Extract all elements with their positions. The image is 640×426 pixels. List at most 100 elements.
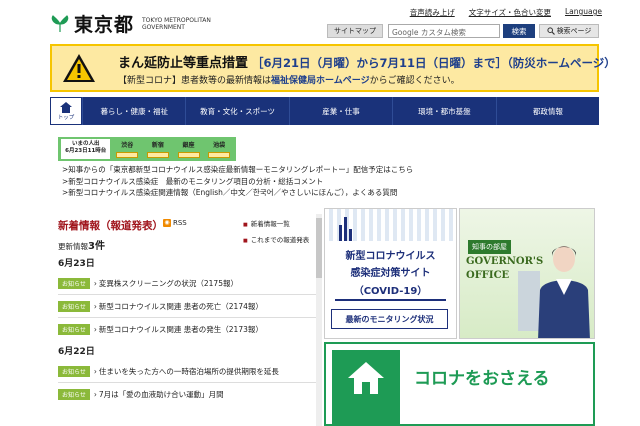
nav-item-industry[interactable]: 産業・仕事 <box>288 97 392 125</box>
list-item[interactable]: お知らせ › 変異株スクリーニングの状況（2175報） <box>58 277 320 289</box>
governor-room-label: 知事の部屋 <box>468 240 511 254</box>
gov-title-line-2: OFFICE <box>466 270 510 281</box>
search-icon <box>546 27 555 35</box>
crowd-status-banner[interactable]: いまの人出 6月23日11時台 渋谷 新宿 銀座 池袋 <box>58 137 236 161</box>
crowd-status-title: いまの人出 6月23日11時台 <box>61 139 111 159</box>
alert-sub-suffix: からご確認ください。 <box>369 76 460 86</box>
covid-banner-title-2: 感染症対策サイト <box>350 268 431 279</box>
list-item[interactable]: お知らせ › 住まいを失った方への一時宿泊場所の提供期限を延長 <box>58 365 320 377</box>
crowd-level-bar <box>177 152 200 158</box>
nav-home[interactable]: トップ <box>50 97 82 125</box>
bar-chart-icon <box>339 217 352 241</box>
alert-title: まん延防止等重点措置 ［6月21日（月曜）から7月11日（日曜）まで］（防災ホー… <box>118 52 616 71</box>
search-page-button[interactable]: 検索ページ <box>539 24 599 38</box>
nav-item-government[interactable]: 都政情報 <box>495 97 599 125</box>
divider <box>58 317 320 318</box>
news-item-text: 7月は「愛の血液助け合い運動」月間 <box>98 389 224 399</box>
nav-item-living[interactable]: 暮らし・健康・福祉 <box>82 97 185 125</box>
covid-link-monitoring-report[interactable]: >知事からの「東京都新型コロナウイルス感染症最新情報ーモニタリングレポートー」配… <box>62 164 413 176</box>
main-nav: トップ 暮らし・健康・福祉 教育・文化・スポーツ 産業・仕事 環境・都市基盤 都… <box>50 97 599 125</box>
notice-badge: お知らせ <box>58 277 90 289</box>
crowd-chip-ikebukuro: 池袋 <box>205 139 233 159</box>
covid-link-multilingual[interactable]: >新型コロナウイルス感染症関連情報（English／中文／한국어／やさしいにほん… <box>62 187 413 199</box>
rss-link[interactable]: ◉ RSS <box>163 219 187 227</box>
chevron-right-icon: › <box>93 366 97 376</box>
alert-subtext: 【新型コロナ】患者数等の最新情報は福祉保健局ホームページからご確認ください。 <box>118 73 460 86</box>
chip-label: 渋谷 <box>121 142 134 149</box>
notice-badge: お知らせ <box>58 300 90 312</box>
logo-subtitle: TOKYO METROPOLITAN GOVERNMENT <box>142 17 211 31</box>
news-section-title: 新着情報（報道発表） <box>58 220 163 232</box>
news-item-text: 住まいを失った方への一時宿泊場所の提供期限を延長 <box>98 366 279 376</box>
search-input[interactable]: Google カスタム検索 <box>388 24 500 38</box>
chip-label: 池袋 <box>213 142 226 149</box>
divider <box>58 382 320 383</box>
covid-links: >知事からの「東京都新型コロナウイルス感染症最新情報ーモニタリングレポートー」配… <box>62 164 413 199</box>
list-item[interactable]: お知らせ › 新型コロナウイルス関連 患者の死亡（2174報） <box>58 300 320 312</box>
ginkgo-logo-icon <box>51 14 69 32</box>
home-icon <box>60 101 72 113</box>
news-item-text: 新型コロナウイルス関連 患者の発生（2173報） <box>98 324 263 334</box>
governor-portrait-icon <box>538 246 590 338</box>
util-link-language[interactable]: Language <box>565 7 602 18</box>
update-count-value: 3件 <box>88 241 105 252</box>
covid-site-banner[interactable]: 新型コロナウイルス 感染症対策サイト （COVID-19） 最新のモニタリング状… <box>324 208 457 339</box>
util-link-text-size[interactable]: 文字サイズ・色合い変更 <box>469 7 551 18</box>
monitoring-status-button[interactable]: 最新のモニタリング状況 <box>331 309 448 329</box>
nav-item-environment[interactable]: 環境・都市基盤 <box>392 97 495 125</box>
news-item-text: 変異株スクリーニングの状況（2175報） <box>98 278 238 288</box>
rss-label: RSS <box>173 219 187 227</box>
rss-icon: ◉ <box>163 219 171 227</box>
corona-suppress-text: コロナをおさえる <box>414 369 550 389</box>
corona-suppress-banner[interactable]: コロナをおさえる <box>324 342 595 426</box>
update-count: 更新情報3件 <box>58 237 105 252</box>
chevron-right-icon: › <box>93 389 97 399</box>
nav-item-education[interactable]: 教育・文化・スポーツ <box>185 97 288 125</box>
news-list: 6月23日 お知らせ › 変異株スクリーニングの状況（2175報） お知らせ › 新型コ… <box>58 254 320 409</box>
list-item[interactable]: お知らせ › 7月は「愛の血液助け合い運動」月間 <box>58 388 320 400</box>
logo-sub-line-1: TOKYO METROPOLITAN <box>142 16 211 24</box>
alert-period: ［6月21日（月曜）から7月11日（日曜）まで］（防災ホームページ） <box>252 56 616 70</box>
search-page-label: 検索ページ <box>556 27 592 35</box>
notice-badge: お知らせ <box>58 323 90 335</box>
crowd-status-time: 6月23日11時台 <box>65 148 107 154</box>
emergency-alert[interactable]: まん延防止等重点措置 ［6月21日（月曜）から7月11日（日曜）まで］（防災ホー… <box>50 44 616 92</box>
covid-banner-title-3: （COVID-19） <box>353 286 428 297</box>
search-button[interactable]: 検索 <box>503 24 535 38</box>
house-icon <box>348 362 384 394</box>
crowd-level-bar <box>208 152 231 158</box>
press-archive-link[interactable]: これまでの報道発表 <box>243 233 310 249</box>
logo-text: 東京都 <box>74 14 135 36</box>
covid-banner-title-1: 新型コロナウイルス <box>345 251 436 262</box>
util-link-speech[interactable]: 音声読み上げ <box>410 7 455 18</box>
gov-title-line-1: GOVERNOR'S <box>466 256 544 267</box>
news-date: 6月22日 <box>58 347 95 357</box>
news-date: 6月23日 <box>58 259 95 269</box>
notice-badge: お知らせ <box>58 388 90 400</box>
divider <box>335 299 446 301</box>
crowd-status-heading: いまの人出 <box>71 141 100 147</box>
governors-office-banner[interactable]: 知事の部屋 GOVERNOR'S OFFICE <box>459 208 595 339</box>
alert-title-main: まん延防止等重点措置 <box>118 56 249 71</box>
page: 東京都 TOKYO METROPOLITAN GOVERNMENT 音声読み上げ… <box>0 0 640 426</box>
site-logo[interactable]: 東京都 TOKYO METROPOLITAN GOVERNMENT <box>50 10 211 37</box>
crowd-chip-ginza: 銀座 <box>175 139 203 159</box>
list-item[interactable]: お知らせ › 新型コロナウイルス関連 患者の発生（2173報） <box>58 323 320 335</box>
notice-badge: お知らせ <box>58 365 90 377</box>
covid-link-analysis[interactable]: >新型コロナウイルス感染症 最新のモニタリング項目の分析・総括コメント <box>62 176 413 188</box>
nav-home-label: トップ <box>57 114 75 121</box>
chevron-right-icon: › <box>93 324 97 334</box>
chip-label: 銀座 <box>182 142 195 149</box>
chevron-right-icon: › <box>93 278 97 288</box>
chip-label: 新宿 <box>151 142 164 149</box>
logo-sub-line-2: GOVERNMENT <box>142 23 185 31</box>
warning-icon <box>63 54 95 82</box>
crowd-level-bar <box>146 152 169 158</box>
divider <box>58 294 320 295</box>
sitemap-button[interactable]: サイトマップ <box>327 24 383 38</box>
news-scrollbar-thumb[interactable] <box>316 218 322 278</box>
news-list-link[interactable]: 新着情報一覧 <box>243 217 309 233</box>
update-count-label: 更新情報 <box>58 242 88 251</box>
crowd-chip-shibuya: 渋谷 <box>113 139 141 159</box>
welfare-link[interactable]: 福祉保健局ホームページ <box>271 76 370 86</box>
